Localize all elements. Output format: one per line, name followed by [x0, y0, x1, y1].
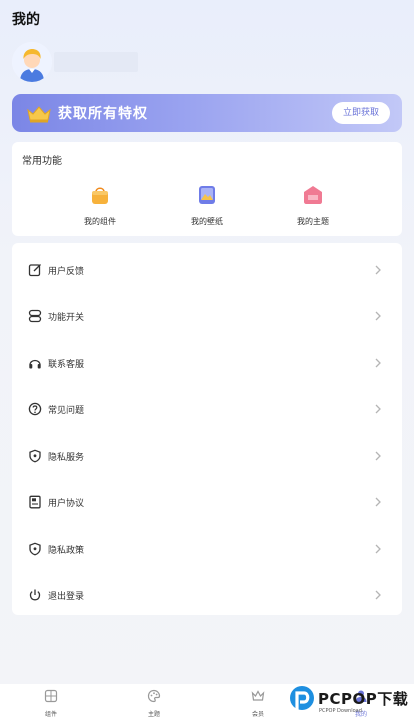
palette-icon [147, 689, 161, 703]
chevron-right-icon [375, 311, 381, 321]
tab-membership[interactable]: 会员 [238, 688, 278, 718]
chevron-right-icon [375, 265, 381, 275]
settings-menu-card: 用户反馈 功能开关 联系客服 常见问题 隐私服务 用户协议 隐私政策 退出登录 [12, 243, 402, 615]
chevron-right-icon [375, 404, 381, 414]
get-now-button[interactable]: 立即获取 [332, 102, 390, 124]
menu-item-label: 隐私政策 [48, 546, 85, 556]
tab-widgets[interactable]: 组件 [31, 688, 71, 718]
menu-item-logout[interactable]: 退出登录 [12, 572, 402, 618]
menu-item-label: 常见问题 [48, 406, 85, 416]
tab-themes[interactable]: 主题 [134, 688, 174, 718]
menu-item-user-agreement[interactable]: 用户协议 [12, 479, 402, 525]
menu-item-feedback[interactable]: 用户反馈 [12, 247, 402, 293]
crown-icon [27, 106, 51, 123]
menu-item-label: 用户反馈 [48, 267, 85, 277]
crown-icon [251, 690, 265, 701]
page-title: 我的 [12, 12, 40, 28]
question-icon [28, 402, 42, 416]
menu-item-privacy-service[interactable]: 隐私服务 [12, 433, 402, 479]
tab-label: 会员 [251, 711, 264, 718]
menu-item-privacy-policy[interactable]: 隐私政策 [12, 526, 402, 572]
menu-item-label: 用户协议 [48, 499, 85, 509]
menu-item-label: 隐私服务 [48, 453, 85, 463]
menu-item-label: 联系客服 [48, 360, 85, 370]
shield-icon [29, 542, 41, 556]
shield-icon [29, 449, 41, 463]
headphones-icon [29, 359, 41, 369]
bag-icon [92, 187, 108, 204]
document-icon [29, 495, 41, 509]
wallpaper-icon [199, 186, 215, 204]
tab-label: 主题 [147, 711, 160, 718]
username-placeholder [54, 52, 138, 72]
chevron-right-icon [375, 590, 381, 600]
watermark-text: PCPOP下载 [318, 690, 409, 708]
pcpop-watermark: PCPOP下载 PCPOP Download [286, 683, 414, 720]
power-icon [29, 589, 41, 601]
chevron-right-icon [375, 451, 381, 461]
common-functions-card: 常用功能 我的组件 我的壁纸 我的主题 [12, 142, 402, 236]
vip-banner[interactable]: 获取所有特权 立即获取 [12, 94, 402, 132]
grid-icon [44, 689, 58, 703]
edit-icon [28, 264, 41, 277]
my-wallpapers-button[interactable]: 我的壁纸 [177, 184, 237, 227]
theme-icon [304, 186, 322, 204]
common-functions-title: 常用功能 [22, 156, 62, 167]
menu-item-customer-service[interactable]: 联系客服 [12, 340, 402, 386]
watermark-subtext: PCPOP Download [319, 708, 362, 714]
chevron-right-icon [375, 358, 381, 368]
chevron-right-icon [375, 497, 381, 507]
vip-title: 获取所有特权 [58, 106, 148, 122]
avatar[interactable] [12, 42, 52, 82]
pcpop-logo-icon [290, 686, 314, 713]
menu-item-label: 退出登录 [48, 592, 85, 602]
my-wallpapers-label: 我的壁纸 [191, 217, 223, 226]
toggle-icon [28, 309, 42, 323]
menu-item-feature-switch[interactable]: 功能开关 [12, 293, 402, 339]
my-widgets-label: 我的组件 [84, 217, 116, 226]
avatar-boy-icon [12, 42, 52, 82]
chevron-right-icon [375, 544, 381, 554]
menu-item-label: 功能开关 [48, 313, 85, 323]
my-widgets-button[interactable]: 我的组件 [70, 184, 130, 227]
tab-label: 组件 [44, 711, 57, 718]
menu-item-faq[interactable]: 常见问题 [12, 386, 402, 432]
my-themes-button[interactable]: 我的主题 [283, 184, 343, 227]
my-themes-label: 我的主题 [297, 217, 329, 226]
